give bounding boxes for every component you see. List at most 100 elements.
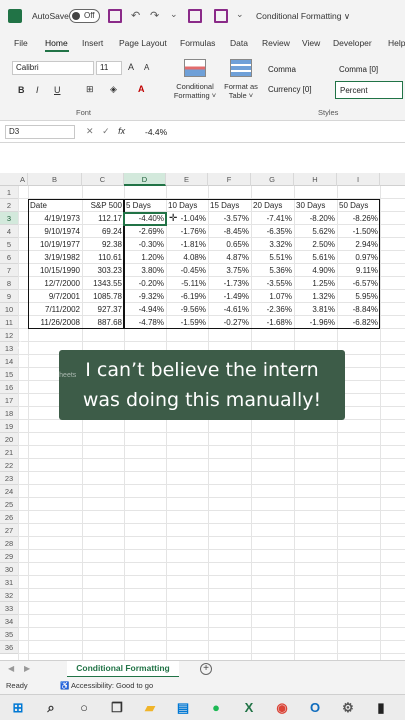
fx-icon[interactable]: fx xyxy=(118,126,125,136)
column-header-e[interactable]: E xyxy=(166,173,208,186)
column-header-i[interactable]: I xyxy=(337,173,380,186)
save-icon[interactable] xyxy=(108,9,122,23)
excel-icon[interactable]: X xyxy=(241,700,257,716)
sheet-next-icon[interactable]: ▶ xyxy=(24,664,30,673)
underline-button[interactable]: U xyxy=(54,85,61,95)
style-currency-0[interactable]: Currency [0] xyxy=(264,81,334,99)
row-header-27[interactable]: 27 xyxy=(0,524,18,537)
row-header-20[interactable]: 20 xyxy=(0,433,18,446)
fill-color-icon[interactable]: ◈ xyxy=(110,84,117,95)
font-name-select[interactable]: Calibri xyxy=(12,61,94,75)
column-header-a[interactable]: A xyxy=(18,173,28,186)
row-header-31[interactable]: 31 xyxy=(0,576,18,589)
sheet-tab-conditional-formatting[interactable]: Conditional Formatting xyxy=(67,661,179,678)
document-icon[interactable] xyxy=(214,9,228,23)
row-header-2[interactable]: 2 xyxy=(0,199,18,212)
row-header-8[interactable]: 8 xyxy=(0,277,18,290)
row-header-23[interactable]: 23 xyxy=(0,472,18,485)
tab-help[interactable]: Help xyxy=(388,38,405,48)
tab-review[interactable]: Review xyxy=(262,38,290,48)
font-color-icon[interactable]: A xyxy=(138,84,145,94)
tab-page-layout[interactable]: Page Layout xyxy=(119,38,167,48)
conditional-formatting-button[interactable]: Conditional Formatting ˅ xyxy=(168,82,222,100)
row-header-21[interactable]: 21 xyxy=(0,446,18,459)
tab-file[interactable]: File xyxy=(14,38,28,48)
format-as-table-icon[interactable] xyxy=(230,59,252,77)
row-header-19[interactable]: 19 xyxy=(0,420,18,433)
font-size-select[interactable]: 11 xyxy=(96,61,122,75)
row-header-17[interactable]: 17 xyxy=(0,394,18,407)
file-explorer-icon[interactable]: ▰ xyxy=(142,700,158,716)
tab-insert[interactable]: Insert xyxy=(82,38,103,48)
row-header-24[interactable]: 24 xyxy=(0,485,18,498)
chevron-down-icon[interactable]: ⌄ xyxy=(170,9,178,23)
row-header-35[interactable]: 35 xyxy=(0,628,18,641)
row-header-36[interactable]: 36 xyxy=(0,641,18,654)
row-header-28[interactable]: 28 xyxy=(0,537,18,550)
formula-content[interactable]: -4.4% xyxy=(145,127,167,137)
task-view-icon[interactable]: ❐ xyxy=(109,700,125,716)
sheet-prev-icon[interactable]: ◀ xyxy=(8,664,14,673)
row-header-32[interactable]: 32 xyxy=(0,589,18,602)
format-as-table-button[interactable]: Format as Table ˅ xyxy=(220,82,262,100)
chrome-icon[interactable]: ◉ xyxy=(274,700,290,716)
active-cell-d3[interactable] xyxy=(123,212,167,226)
row-header-6[interactable]: 6 xyxy=(0,251,18,264)
row-header-22[interactable]: 22 xyxy=(0,459,18,472)
row-header-10[interactable]: 10 xyxy=(0,303,18,316)
row-header-5[interactable]: 5 xyxy=(0,238,18,251)
column-header-g[interactable]: G xyxy=(251,173,294,186)
name-box[interactable]: D3 xyxy=(5,125,75,139)
tab-data[interactable]: Data xyxy=(230,38,248,48)
search-icon[interactable]: ⌕ xyxy=(43,700,59,716)
row-header-11[interactable]: 11 xyxy=(0,316,18,329)
dropdown-icon[interactable]: ⌄ xyxy=(236,9,244,23)
undo-icon[interactable]: ↶ xyxy=(131,9,140,23)
accessibility-status[interactable]: ♿ Accessibility: Good to go xyxy=(60,681,153,690)
store-icon[interactable]: ▤ xyxy=(175,700,191,716)
column-header-c[interactable]: C xyxy=(82,173,124,186)
borders-icon[interactable]: ⊞ xyxy=(86,84,94,95)
row-header-30[interactable]: 30 xyxy=(0,563,18,576)
windows-icon[interactable]: ⊞ xyxy=(10,700,26,716)
bold-button[interactable]: B xyxy=(18,85,25,95)
terminal-icon[interactable]: ▮ xyxy=(373,700,389,716)
workbook-title[interactable]: Conditional Formatting ∨ xyxy=(256,11,350,22)
row-header-18[interactable]: 18 xyxy=(0,407,18,420)
add-sheet-icon[interactable]: + xyxy=(200,663,212,675)
outlook-icon[interactable]: O xyxy=(307,700,323,716)
row-header-26[interactable]: 26 xyxy=(0,511,18,524)
column-header-f[interactable]: F xyxy=(208,173,251,186)
redo-icon[interactable]: ↷ xyxy=(150,9,159,23)
row-header-29[interactable]: 29 xyxy=(0,550,18,563)
increase-font-icon[interactable]: A xyxy=(128,62,134,72)
column-header-d[interactable]: D xyxy=(124,173,166,186)
decrease-font-icon[interactable]: A xyxy=(144,63,149,72)
cancel-icon[interactable]: ✕ xyxy=(86,126,94,136)
row-header-9[interactable]: 9 xyxy=(0,290,18,303)
style-comma-0[interactable]: Comma [0] xyxy=(335,61,405,79)
row-header-34[interactable]: 34 xyxy=(0,615,18,628)
row-header-7[interactable]: 7 xyxy=(0,264,18,277)
tab-developer[interactable]: Developer xyxy=(333,38,372,48)
tab-view[interactable]: View xyxy=(302,38,320,48)
tab-formulas[interactable]: Formulas xyxy=(180,38,215,48)
row-header-4[interactable]: 4 xyxy=(0,225,18,238)
column-header-b[interactable]: B xyxy=(28,173,82,186)
autosave-toggle[interactable]: Off xyxy=(69,9,100,23)
tab-home[interactable]: Home xyxy=(45,38,68,48)
enter-icon[interactable]: ✓ xyxy=(102,126,110,136)
style-percent[interactable]: Percent xyxy=(335,81,403,99)
settings-icon[interactable]: ⚙ xyxy=(340,700,356,716)
italic-button[interactable]: I xyxy=(36,85,39,95)
save-as-icon[interactable] xyxy=(188,9,202,23)
spotify-icon[interactable]: ● xyxy=(208,700,224,716)
row-header-1[interactable]: 1 xyxy=(0,186,18,199)
column-header-h[interactable]: H xyxy=(294,173,337,186)
row-header-3[interactable]: 3 xyxy=(0,212,18,225)
row-header-33[interactable]: 33 xyxy=(0,602,18,615)
style-comma[interactable]: Comma xyxy=(264,61,334,79)
conditional-formatting-icon[interactable] xyxy=(184,59,206,77)
row-header-25[interactable]: 25 xyxy=(0,498,18,511)
cortana-icon[interactable]: ○ xyxy=(76,700,92,716)
